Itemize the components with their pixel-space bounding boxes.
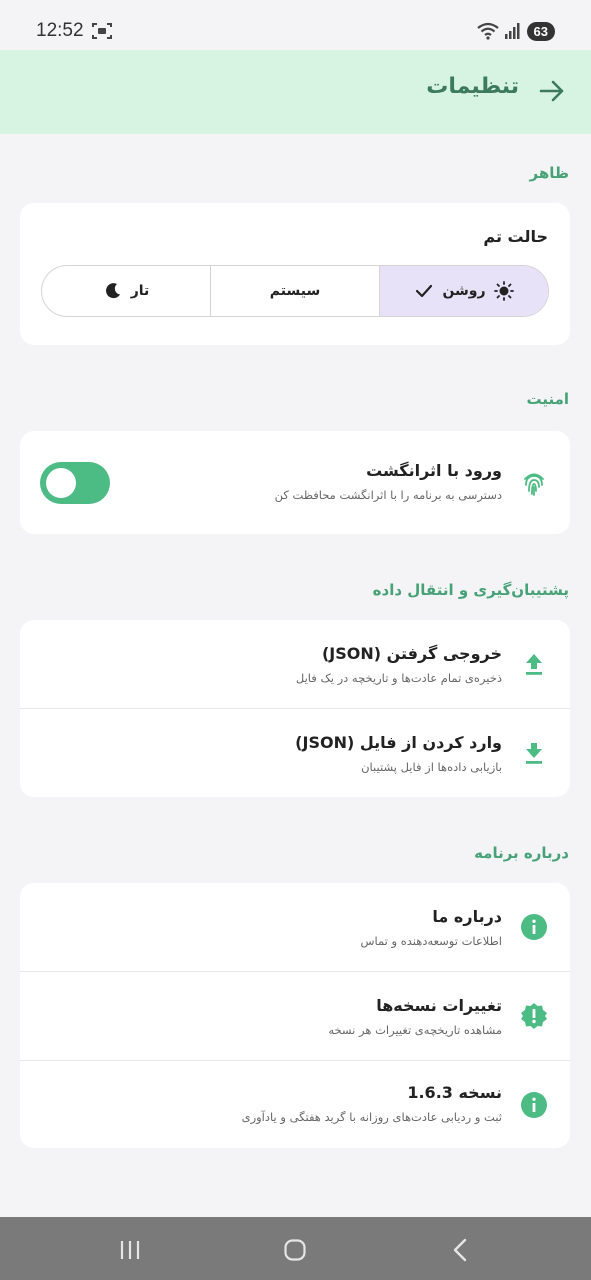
status-time: 12:52: [36, 20, 84, 41]
theme-option-dark[interactable]: تار: [42, 266, 211, 316]
theme-option-system[interactable]: سیستم: [211, 266, 380, 316]
fingerprint-toggle[interactable]: [40, 462, 110, 504]
changelog-row[interactable]: تغییرات نسخه‌ها مشاهده تاریخچه‌ی تغییرات…: [20, 972, 570, 1060]
recents-icon[interactable]: [117, 1237, 143, 1263]
screenshot-icon: [92, 23, 112, 39]
export-title: خروجی گرفتن (JSON): [321, 644, 502, 663]
home-icon[interactable]: [282, 1237, 308, 1263]
section-title-appearance: ظاهر: [529, 164, 570, 182]
info-icon: [521, 914, 547, 940]
version-title: نسخه 1.6.3: [407, 1083, 502, 1102]
theme-option-label: روشن: [442, 283, 486, 299]
theme-option-label: تار: [130, 283, 150, 299]
badge-alert-icon: [521, 1003, 547, 1029]
wifi-icon: [476, 22, 499, 40]
status-bar: 12:52 63: [0, 0, 591, 50]
about-card: درباره ما اطلاعات توسعه‌دهنده و تماس تغی…: [20, 883, 570, 1148]
section-title-backup: پشتیبان‌گیری و انتقال داده: [372, 581, 569, 599]
theme-option-label: سیستم: [269, 283, 321, 299]
check-icon: [416, 284, 433, 298]
fingerprint-icon: [524, 473, 544, 496]
theme-label: حالت تم: [483, 227, 548, 246]
section-title-security: امنیت: [526, 390, 569, 408]
system-nav-bar: [0, 1217, 591, 1280]
changelog-subtitle: مشاهده تاریخچه‌ی تغییرات هر نسخه: [328, 1023, 502, 1037]
version-subtitle: ثبت و ردیابی عادت‌های روزانه با گرید هفت…: [241, 1110, 502, 1124]
status-indicators: 63: [476, 20, 555, 42]
theme-card: حالت تم روشن سیستم تار: [20, 203, 570, 345]
section-title-about: درباره برنامه: [474, 844, 569, 862]
about-us-row[interactable]: درباره ما اطلاعات توسعه‌دهنده و تماس: [20, 883, 570, 971]
back-icon[interactable]: [448, 1237, 474, 1263]
export-row[interactable]: خروجی گرفتن (JSON) ذخیره‌ی تمام عادت‌ها …: [20, 620, 570, 708]
upload-icon: [526, 654, 542, 675]
info-icon: [521, 1092, 547, 1118]
import-subtitle: بازیابی داده‌ها از فایل پشتیبان: [361, 760, 502, 774]
theme-option-light[interactable]: روشن: [380, 266, 548, 316]
export-subtitle: ذخیره‌ی تمام عادت‌ها و تاریخچه در یک فای…: [295, 671, 502, 685]
fingerprint-subtitle: دسترسی به برنامه را با اثرانگشت محافظت ک…: [274, 488, 502, 502]
changelog-title: تغییرات نسخه‌ها: [376, 996, 502, 1015]
moon-icon: [105, 283, 120, 299]
download-icon: [526, 743, 542, 764]
back-arrow-icon[interactable]: [539, 78, 565, 104]
security-card: ورود با اثرانگشت دسترسی به برنامه را با …: [20, 431, 570, 534]
import-title: وارد کردن از فایل (JSON): [295, 733, 502, 752]
sun-icon: [493, 281, 514, 301]
battery-indicator: 63: [526, 21, 555, 41]
page-title: تنظیمات: [426, 74, 519, 99]
import-row[interactable]: وارد کردن از فایل (JSON) بازیابی داده‌ها…: [20, 709, 570, 797]
signal-icon: [504, 23, 520, 39]
fingerprint-title: ورود با اثرانگشت: [366, 461, 502, 480]
toggle-knob: [46, 468, 76, 498]
version-row[interactable]: نسخه 1.6.3 ثبت و ردیابی عادت‌های روزانه …: [20, 1061, 570, 1148]
backup-card: خروجی گرفتن (JSON) ذخیره‌ی تمام عادت‌ها …: [20, 620, 570, 797]
app-bar: تنظیمات: [0, 50, 591, 134]
theme-selector: روشن سیستم تار: [41, 265, 549, 317]
about-us-subtitle: اطلاعات توسعه‌دهنده و تماس: [360, 934, 502, 948]
about-us-title: درباره ما: [432, 907, 502, 926]
